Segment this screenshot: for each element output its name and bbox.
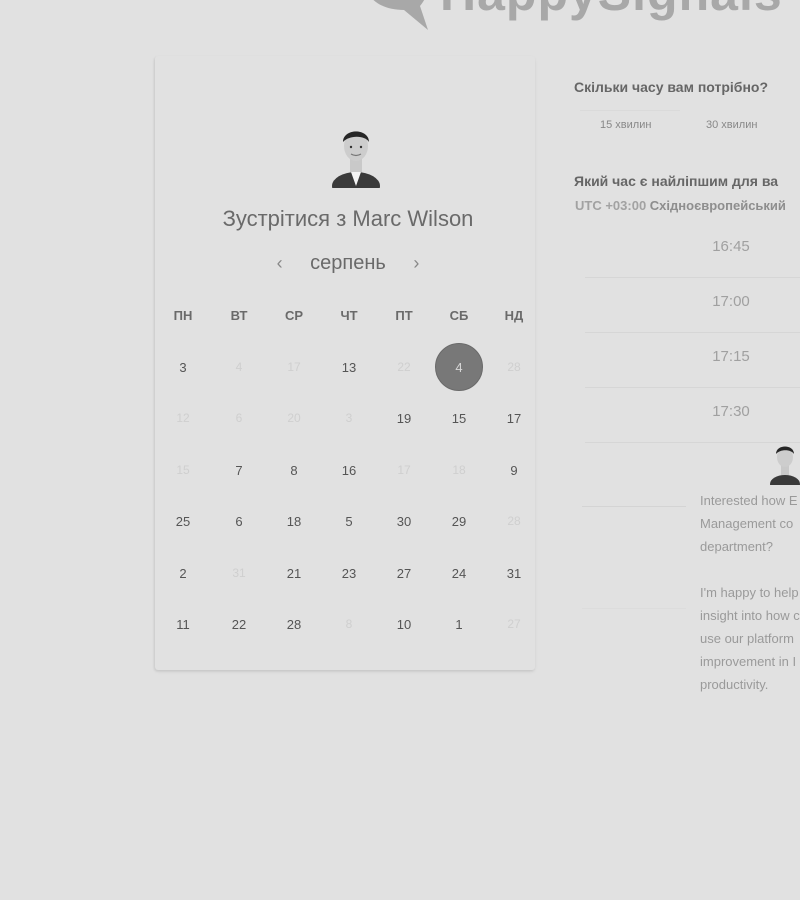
calendar-day-unavailable: 12	[176, 411, 190, 425]
time-slot[interactable]: 17:15	[585, 332, 800, 388]
duration-option-30[interactable]: 30 хвилин	[706, 119, 757, 131]
calendar-day[interactable]: 17	[490, 394, 538, 442]
meeting-title: Зустрітися з Marc Wilson	[155, 206, 541, 232]
calendar-day[interactable]: 8	[270, 446, 318, 494]
time-slot-label: 17:00	[712, 293, 750, 310]
calendar-day[interactable]: 30	[380, 497, 428, 545]
calendar-day[interactable]: 19	[380, 394, 428, 442]
logo-speech-bubble-icon	[373, 0, 428, 30]
calendar-day[interactable]: 23	[325, 549, 373, 597]
time-slot[interactable]: 16:45	[585, 222, 800, 278]
calendar-day-unavailable: 17	[287, 360, 301, 374]
calendar-day[interactable]: 27	[380, 549, 428, 597]
calendar-day[interactable]: 15	[435, 394, 483, 442]
meeting-title-prefix: Зустрітися з	[222, 206, 347, 231]
calendar-day-unavailable: 18	[452, 463, 466, 477]
calendar-day[interactable]: 18	[270, 497, 318, 545]
time-slot-label: 16:45	[712, 238, 750, 255]
host-avatar-small	[770, 446, 800, 485]
weekday-label: ВТ	[230, 308, 248, 323]
weekday-label: ЧТ	[340, 308, 358, 323]
duration-option-15[interactable]: 15 хвилин	[600, 119, 651, 131]
calendar-day[interactable]: 13	[325, 343, 373, 391]
calendar-day[interactable]: 7	[215, 446, 263, 494]
chevron-right-icon[interactable]: ›	[405, 253, 427, 274]
calendar-day-unavailable: 20	[287, 411, 301, 425]
calendar-day[interactable]: 11	[159, 600, 207, 648]
calendar-day[interactable]: 1	[435, 600, 483, 648]
host-message-intro: Interested how E Management co departmen…	[700, 493, 798, 554]
chevron-left-icon[interactable]: ‹	[269, 253, 291, 274]
time-slot-label: 17:15	[712, 348, 750, 365]
calendar-day[interactable]: 29	[435, 497, 483, 545]
divider	[582, 608, 686, 609]
host-message-body: I'm happy to help insight into how c use…	[700, 585, 800, 692]
timezone-name: Східноєвропейський	[649, 198, 786, 213]
divider	[582, 506, 686, 507]
weekday-label: СР	[284, 308, 304, 323]
host-avatar	[332, 131, 380, 188]
calendar-day-unavailable: 6	[235, 411, 243, 425]
weekday-label: СБ	[449, 308, 469, 323]
calendar-day-unavailable: 3	[345, 411, 353, 425]
calendar-card: Зустрітися з Marc Wilson ‹ серпень › ПН В…	[155, 56, 535, 670]
month-navigation: ‹ серпень ›	[155, 252, 541, 275]
logo-text: HappySignals	[440, 0, 783, 18]
calendar-day[interactable]: 28	[270, 600, 318, 648]
duration-question: Скільки часу вам потрібно?	[574, 79, 769, 95]
calendar-day-unavailable: 28	[507, 360, 521, 374]
calendar-day[interactable]: 22	[215, 600, 263, 648]
host-name: Marc Wilson	[352, 206, 474, 231]
calendar-day[interactable]: 25	[159, 497, 207, 545]
calendar-day[interactable]: 16	[325, 446, 373, 494]
month-label: серпень	[310, 252, 386, 274]
calendar-day-unavailable: 17	[397, 463, 411, 477]
calendar-day-unavailable: 31	[232, 566, 246, 580]
timezone-label[interactable]: UTC +03:00 Східноєвропейський	[575, 198, 786, 213]
calendar-day-unavailable: 8	[345, 617, 353, 631]
time-slot[interactable]: 17:30	[585, 387, 800, 443]
time-slot[interactable]: 17:00	[585, 277, 800, 333]
time-slot-label: 17:30	[712, 403, 750, 420]
calendar-day-unavailable: 22	[397, 360, 411, 374]
weekday-label: ПТ	[395, 308, 413, 323]
happysignals-logo: HappySignals	[358, 0, 782, 40]
calendar-day[interactable]: 31	[490, 549, 538, 597]
weekday-header: ПН ВТ СР ЧТ ПТ СБ НД	[155, 308, 541, 328]
time-question: Який час є найліпшим для ва	[574, 173, 779, 189]
calendar-day[interactable]: 3	[159, 343, 207, 391]
calendar-day[interactable]: 5	[325, 497, 373, 545]
calendar-day-unavailable: 27	[507, 617, 521, 631]
calendar-day-unavailable: 15	[176, 463, 190, 477]
calendar-day-unavailable: 4	[235, 360, 243, 374]
calendar-day[interactable]: 24	[435, 549, 483, 597]
calendar-day[interactable]: 6	[215, 497, 263, 545]
calendar-day-selected[interactable]: 4	[435, 343, 483, 391]
calendar-day[interactable]: 10	[380, 600, 428, 648]
weekday-label: ПН	[173, 308, 193, 323]
divider	[580, 110, 680, 111]
timezone-offset: UTC +03:00	[575, 198, 647, 213]
calendar-day[interactable]: 9	[490, 446, 538, 494]
weekday-label: НД	[504, 308, 524, 323]
calendar-day-unavailable: 28	[507, 514, 521, 528]
calendar-day[interactable]: 21	[270, 549, 318, 597]
calendar-day[interactable]: 2	[159, 549, 207, 597]
